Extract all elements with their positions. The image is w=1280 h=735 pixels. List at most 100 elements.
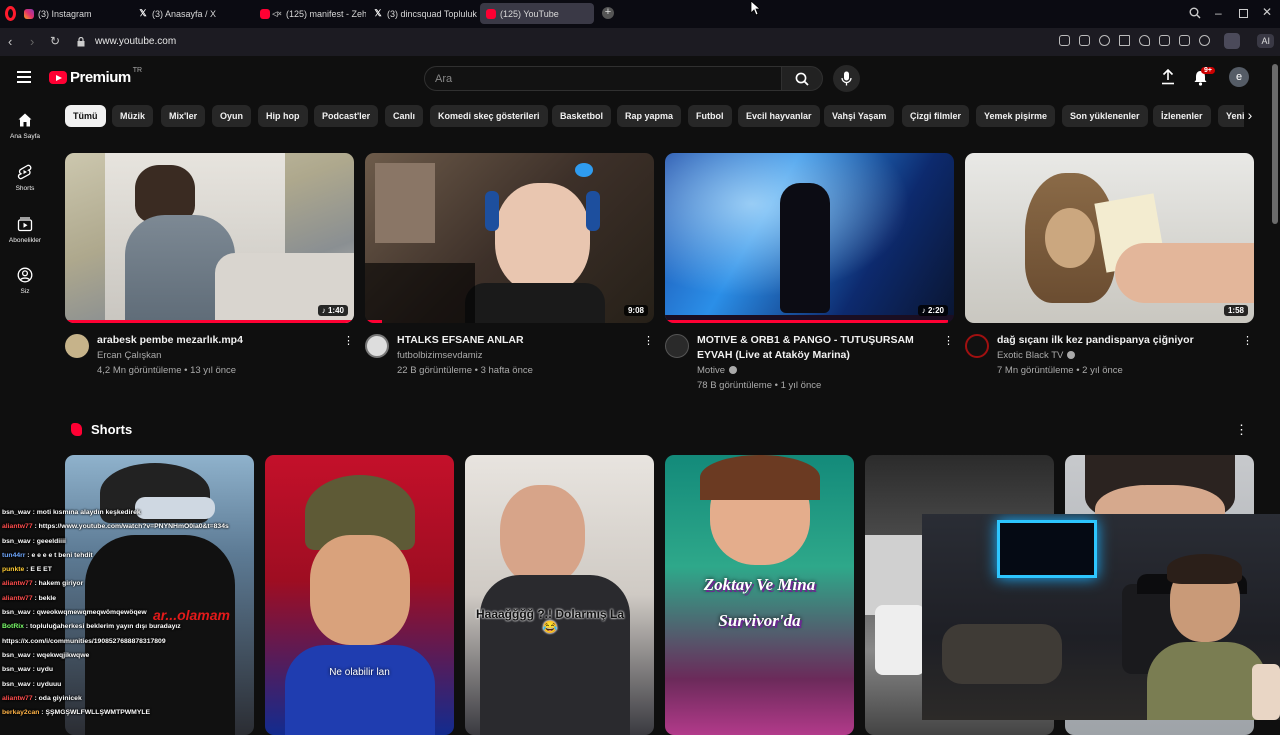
search-button[interactable]	[781, 66, 823, 91]
more-actions-icon[interactable]: ⋮	[643, 334, 654, 348]
back-button[interactable]: ‹	[8, 34, 12, 49]
chip-comedy-sketches[interactable]: Komedi skeç gösterileri	[430, 105, 548, 127]
tab-label: (125) YouTube	[500, 8, 559, 19]
heart-icon[interactable]	[1139, 35, 1150, 46]
tab-x-community[interactable]: 𝕏 (3) dincsquad Topluluk / X	[367, 3, 479, 24]
short-card[interactable]: Zoktay Ve Mina Survivor'da	[665, 455, 854, 735]
chip-football[interactable]: Futbol	[688, 105, 732, 127]
chat-username: bsn_wav	[2, 680, 31, 688]
video-thumbnail[interactable]: ♪ 2:20	[665, 153, 954, 323]
chat-username: aliantw77	[2, 594, 33, 602]
hamburger-menu-icon[interactable]	[17, 71, 31, 83]
chevron-right-icon[interactable]: ›	[1241, 107, 1259, 125]
play-icon[interactable]	[1119, 35, 1130, 46]
channel-name[interactable]: Exotic Black TV	[997, 350, 1076, 361]
video-title[interactable]: arabesk pembe mezarlık.mp4	[97, 333, 327, 348]
short-card[interactable]: Ne olabilir lan	[265, 455, 454, 735]
more-actions-icon[interactable]: ⋮	[1235, 422, 1248, 438]
guide-item-you[interactable]: Siz	[0, 267, 50, 295]
chip-basketball[interactable]: Basketbol	[552, 105, 612, 127]
chip-cartoons[interactable]: Çizgi filmler	[902, 105, 970, 127]
extensions-icon[interactable]	[1224, 33, 1240, 49]
chip-gaming[interactable]: Oyun	[212, 105, 252, 127]
chip-hiphop[interactable]: Hip hop	[258, 105, 308, 127]
minimize-button[interactable]: –	[1215, 6, 1222, 20]
guide-item-home[interactable]: Ana Sayfa	[0, 112, 50, 140]
chip-rapping[interactable]: Rap yapma	[617, 105, 682, 127]
voice-search-button[interactable]	[833, 65, 860, 92]
notification-count-badge: 9+	[1201, 67, 1215, 74]
tab-youtube-manifest[interactable]: ◁× (125) manifest - Zehir	[254, 3, 366, 24]
channel-name[interactable]: futbolbizimsevdamiz	[397, 350, 483, 361]
account-avatar[interactable]: e	[1229, 67, 1249, 87]
channel-avatar[interactable]	[665, 334, 689, 358]
video-thumbnail[interactable]: 1:58	[965, 153, 1254, 323]
video-title[interactable]: dağ sıçanı ilk kez pandispanya çiğniyor	[997, 333, 1237, 348]
video-title[interactable]: HTALKS EFSANE ANLAR	[397, 333, 627, 348]
chip-watched[interactable]: İzlenenler	[1153, 105, 1211, 127]
video-title[interactable]: MOTIVE & ORB1 & PANGO - TUTUŞURSAM EYVAH…	[697, 333, 932, 363]
channel-avatar[interactable]	[65, 334, 89, 358]
tab-label: (3) Anasayfa / X	[152, 8, 217, 19]
url-field[interactable]: www.youtube.com	[95, 36, 176, 47]
channel-name[interactable]: Motive	[697, 365, 737, 376]
chat-text: qweokwqmewqmeqwömqewöqew	[36, 609, 147, 617]
video-thumbnail[interactable]: 9:08	[365, 153, 654, 323]
chip-live[interactable]: Canlı	[385, 105, 424, 127]
search-tabs-icon[interactable]	[1189, 7, 1201, 19]
chip-wildlife[interactable]: Vahşi Yaşam	[824, 105, 895, 127]
youtube-premium-logo[interactable]: Premium TR	[49, 67, 142, 86]
profile-icon[interactable]	[1199, 35, 1210, 46]
search-placeholder: Ara	[435, 72, 453, 85]
chip-mixes[interactable]: Mix'ler	[161, 105, 206, 127]
chip-recently-uploaded[interactable]: Son yüklenenler	[1062, 105, 1148, 127]
chip-pets[interactable]: Evcil hayvanlar	[738, 105, 820, 127]
upload-icon[interactable]	[1161, 69, 1175, 85]
more-actions-icon[interactable]: ⋮	[1242, 334, 1253, 348]
forward-button[interactable]: ›	[30, 34, 34, 49]
edit-icon[interactable]	[1059, 35, 1070, 46]
short-card[interactable]: Haaağğğğ ?.! Dolarmış La 😂	[465, 455, 654, 735]
video-thumbnail[interactable]: ♪ 1:40	[65, 153, 354, 323]
ai-label: AI	[1261, 36, 1270, 46]
new-tab-plus-icon[interactable]: +	[602, 7, 614, 19]
tab-youtube-active[interactable]: (125) YouTube	[480, 3, 594, 24]
channel-name[interactable]: Ercan Çalışkan	[97, 350, 161, 361]
subscriptions-icon	[17, 217, 33, 232]
download-icon[interactable]	[1159, 35, 1170, 46]
monitor-glow	[997, 520, 1097, 578]
chip-podcasts[interactable]: Podcast'ler	[314, 105, 379, 127]
ai-button[interactable]: AI	[1257, 34, 1274, 48]
logo-text: Premium	[70, 69, 131, 86]
chat-text: topluluğaherkesi beklerim yayın dışı bur…	[29, 623, 181, 631]
menu-lines-icon[interactable]	[1179, 35, 1190, 46]
camera-icon[interactable]	[1079, 35, 1090, 46]
guide-label: Ana Sayfa	[10, 133, 40, 140]
vpn-icon[interactable]	[1099, 35, 1110, 46]
chip-music[interactable]: Müzik	[112, 105, 154, 127]
page-scrollbar[interactable]	[1272, 64, 1278, 224]
maximize-button[interactable]	[1239, 9, 1248, 18]
speaker-muted-icon[interactable]: ◁×	[272, 9, 282, 19]
channel-name-text: Exotic Black TV	[997, 350, 1064, 361]
more-actions-icon[interactable]: ⋮	[343, 334, 354, 348]
opera-logo-icon[interactable]	[5, 6, 16, 21]
more-actions-icon[interactable]: ⋮	[943, 334, 954, 348]
reload-button[interactable]: ↻	[50, 34, 60, 48]
chat-text: E E ET	[30, 566, 52, 574]
bird-logo-icon	[575, 163, 593, 177]
close-window-button[interactable]: ✕	[1262, 5, 1272, 19]
channel-avatar[interactable]	[365, 334, 389, 358]
lock-icon[interactable]	[77, 37, 85, 47]
chat-username: bsn_wav	[2, 609, 31, 617]
chip-all[interactable]: Tümü	[65, 105, 106, 127]
tab-instagram[interactable]: (3) Instagram	[18, 3, 136, 24]
chat-text: hakem giriyor	[38, 580, 84, 588]
search-input[interactable]: Ara	[424, 66, 782, 91]
guide-item-shorts[interactable]: Shorts	[0, 164, 50, 192]
guide-item-subscriptions[interactable]: Abonelikler	[0, 216, 50, 244]
tab-x-home[interactable]: 𝕏 (3) Anasayfa / X	[132, 3, 252, 24]
chat-message: bsn_wav : uydu	[2, 663, 267, 677]
chip-cooking[interactable]: Yemek pişirme	[976, 105, 1056, 127]
channel-avatar[interactable]	[965, 334, 989, 358]
